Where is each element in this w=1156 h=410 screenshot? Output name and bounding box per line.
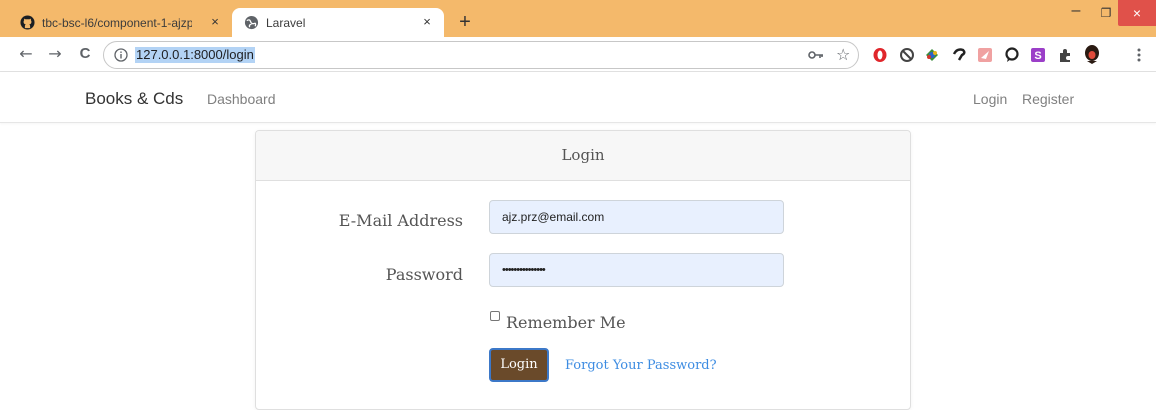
key-icon[interactable]	[808, 48, 824, 62]
arrow-icon[interactable]	[951, 47, 967, 63]
card-header: Login	[256, 131, 910, 181]
back-button[interactable]: ←	[17, 45, 35, 63]
nav-link-login[interactable]: Login	[973, 91, 1007, 107]
close-window-button[interactable]: ×	[1118, 0, 1156, 26]
tab-title: Laravel	[266, 16, 306, 30]
card-title: Login	[561, 146, 605, 164]
url-text[interactable]: 127.0.0.1:8000/login	[135, 47, 255, 63]
forgot-password-link[interactable]: Forgot Your Password?	[565, 358, 717, 373]
maximize-button[interactable]: ❐	[1092, 0, 1120, 26]
reload-button[interactable]: C	[76, 45, 94, 63]
address-bar[interactable]: 127.0.0.1:8000/login ☆	[103, 41, 859, 69]
tab-title: tbc-bsc-l6/component-1-ajzprz	[42, 16, 192, 30]
github-icon	[20, 15, 35, 30]
nav-link-register[interactable]: Register	[1022, 91, 1074, 107]
browser-toolbar: ← → C 127.0.0.1:8000/login ☆ S	[0, 37, 1156, 72]
block-icon[interactable]	[899, 47, 915, 63]
star-icon[interactable]: ☆	[836, 45, 850, 64]
email-label: E-Mail Address	[338, 211, 463, 230]
info-icon[interactable]	[114, 48, 128, 62]
tab-close-button[interactable]: ×	[206, 13, 224, 31]
opera-icon[interactable]	[872, 47, 888, 63]
minimize-button[interactable]: –	[1062, 0, 1090, 26]
login-button[interactable]: Login	[489, 348, 549, 382]
forward-button[interactable]: →	[46, 45, 64, 63]
s-icon[interactable]: S	[1030, 47, 1046, 63]
remember-checkbox[interactable]	[490, 311, 500, 321]
remember-label[interactable]: Remember Me	[506, 313, 626, 332]
send-icon[interactable]	[977, 47, 993, 63]
login-card: Login E-Mail Address ajz.prz@email.com P…	[255, 130, 911, 410]
browser-titlebar: tbc-bsc-l6/component-1-ajzprz × Laravel …	[0, 0, 1156, 37]
brand-link[interactable]: Books & Cds	[85, 89, 183, 109]
new-tab-button[interactable]: +	[456, 12, 474, 32]
tab-laravel[interactable]: Laravel ×	[232, 8, 444, 37]
password-field[interactable]: •••••••••••••••	[489, 253, 784, 287]
more-menu-icon[interactable]	[1136, 47, 1142, 63]
email-field[interactable]: ajz.prz@email.com	[489, 200, 784, 234]
svg-text:S: S	[1034, 50, 1041, 62]
tab-close-button[interactable]: ×	[418, 13, 436, 31]
extensions-icon[interactable]	[1057, 47, 1073, 63]
nav-link-dashboard[interactable]: Dashboard	[207, 91, 276, 107]
puzzle-color-icon[interactable]	[924, 47, 940, 63]
avatar-icon[interactable]	[1083, 44, 1101, 64]
app-navbar: Books & Cds Dashboard Login Register	[0, 72, 1156, 123]
chat-icon[interactable]	[1004, 47, 1020, 63]
globe-icon	[244, 15, 259, 30]
tab-github[interactable]: tbc-bsc-l6/component-1-ajzprz ×	[8, 8, 228, 37]
password-label: Password	[385, 265, 463, 284]
